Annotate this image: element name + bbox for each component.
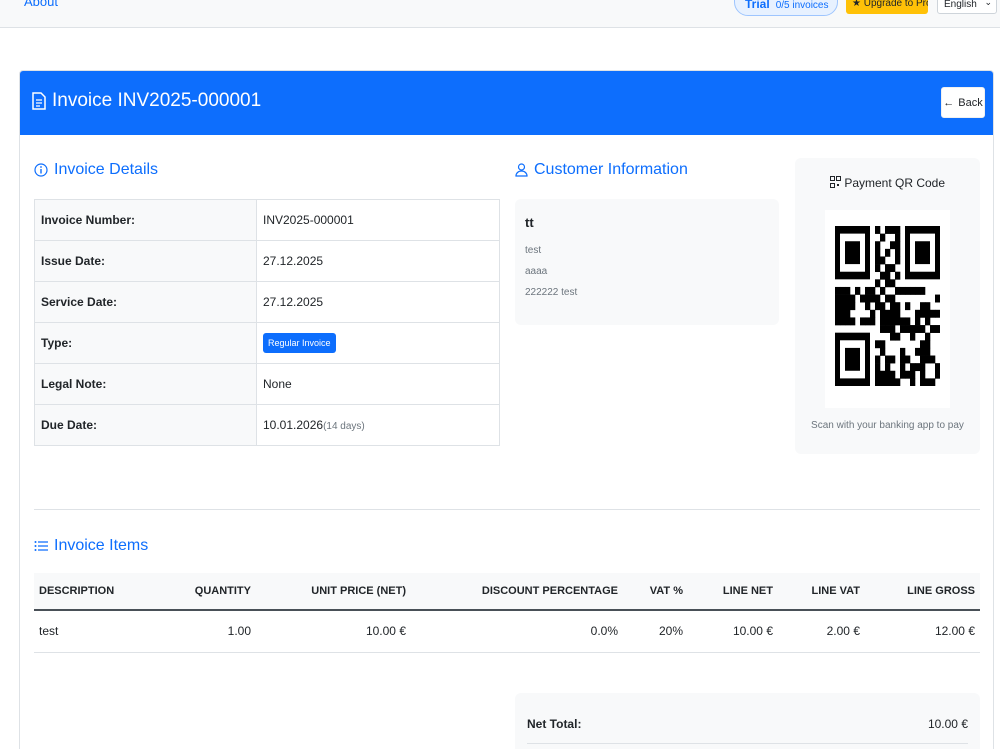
column-header-quantity: Quantity [174,573,256,611]
invoice-items-table: Description Quantity Unit Price (Net) Di… [34,573,980,653]
invoice-items-title: Invoice Items [54,537,149,554]
invoice-details-title: Invoice Details [54,161,159,178]
qr-caption: Scan with your banking app to pay [811,420,964,431]
person-icon [515,163,528,177]
customer-info-title: Customer Information [534,161,688,178]
column-header-line-gross: Line Gross [865,573,980,611]
column-header-line-net: Line Net [688,573,778,611]
invoice-type-badge: Regular Invoice [263,333,336,353]
net-total-row: Net Total: 10.00 € [527,717,968,744]
totals-panel: Net Total: 10.00 € [515,693,980,749]
payment-qr-panel: Payment QR Code Scan with your banking a… [795,158,980,454]
column-header-unit-price: Unit Price (Net) [256,573,411,611]
due-date-cell: 10.01.2026(14 days) [256,404,500,446]
qr-code-graphic [835,226,940,386]
invoice-details-table: Invoice Number: INV2025-000001 Issue Dat… [34,199,500,446]
customer-name: tt [525,215,534,230]
table-row: Type: Regular Invoice [34,322,500,364]
star-icon: ★ [852,0,864,9]
plan-label: Trial [745,0,770,11]
due-date-value: 10.01.2026 [263,418,324,432]
net-total-label: Net Total: [527,717,582,731]
customer-info-box: tt test aaaa 222222 test [515,199,779,325]
due-date-label: Due Date: [34,404,257,446]
table-row: Due Date: 10.01.2026(14 days) [34,404,500,446]
payment-qr-image [825,210,950,408]
language-value: English [944,0,977,10]
issue-date-label: Issue Date: [34,240,257,282]
table-row: Service Date: 27.12.2025 [34,281,500,323]
section-divider [34,509,980,510]
item-description: test [34,610,174,653]
customer-address-line: aaaa [525,266,548,277]
back-label: Back [958,96,983,109]
customer-address-line: test [525,245,542,256]
qr-code-icon [829,176,841,188]
type-cell: Regular Invoice [256,322,500,364]
document-icon [32,92,46,110]
table-row: test 1.00 10.00 € 0.0% 20% 10.00 € 2.00 … [34,610,980,653]
item-line-vat: 2.00 € [778,610,865,653]
issue-date-value: 27.12.2025 [256,240,500,282]
customer-info-heading: Customer Information [515,161,688,179]
back-button[interactable]: ← Back [941,87,985,118]
due-date-days: (14 days) [323,421,365,432]
net-total-value: 10.00 € [927,717,968,731]
table-row: Legal Note: None [34,363,500,405]
nav-link-about[interactable]: About [24,0,58,9]
table-header-row: Description Quantity Unit Price (Net) Di… [34,573,980,611]
item-unit-price: 10.00 € [256,610,411,653]
type-label: Type: [34,322,257,364]
item-discount: 0.0% [411,610,623,653]
invoice-items-heading: Invoice Items [34,537,148,555]
card-header: Invoice INV2025-000001 ← Back [20,71,993,135]
column-header-discount: Discount Percentage [411,573,623,611]
column-header-vat-percent: VAT % [623,573,688,611]
invoice-number-label: Invoice Number: [34,199,257,241]
table-row: Issue Date: 27.12.2025 [34,240,500,282]
upgrade-button[interactable]: ★ Upgrade to Pro [846,0,928,14]
legal-note-value: None [256,363,500,405]
page-title-text: Invoice INV2025-000001 [52,90,262,111]
qr-title: Payment QR Code [795,176,980,190]
list-icon [34,541,48,551]
plan-count: 0/5 invoices [775,0,829,11]
invoice-details-heading: Invoice Details [34,161,158,179]
chevron-down-icon: ⌄ [984,0,992,7]
invoice-number-value: INV2025-000001 [256,199,500,241]
item-quantity: 1.00 [174,610,256,653]
service-date-label: Service Date: [34,281,257,323]
language-select[interactable]: English ⌄ [937,0,997,14]
item-vat-percent: 20% [623,610,688,653]
item-line-gross: 12.00 € [865,610,980,653]
service-date-value: 27.12.2025 [256,281,500,323]
qr-title-text: Payment QR Code [844,176,946,190]
info-icon [34,163,48,177]
arrow-left-icon: ← [943,96,955,109]
column-header-description: Description [34,573,174,611]
upgrade-label: Upgrade to Pro [863,0,928,9]
top-navbar: About Trial 0/5 invoices ★ Upgrade to Pro… [0,0,1000,28]
item-line-net: 10.00 € [688,610,778,653]
table-row: Invoice Number: INV2025-000001 [34,199,500,241]
customer-address-line: 222222 test [525,287,578,298]
legal-note-label: Legal Note: [34,363,257,405]
page-title: Invoice INV2025-000001 [32,90,261,112]
invoice-card: Invoice INV2025-000001 ← Back Invoice De… [19,70,994,749]
plan-status-button[interactable]: Trial 0/5 invoices [734,0,838,16]
column-header-line-vat: Line VAT [778,573,865,611]
